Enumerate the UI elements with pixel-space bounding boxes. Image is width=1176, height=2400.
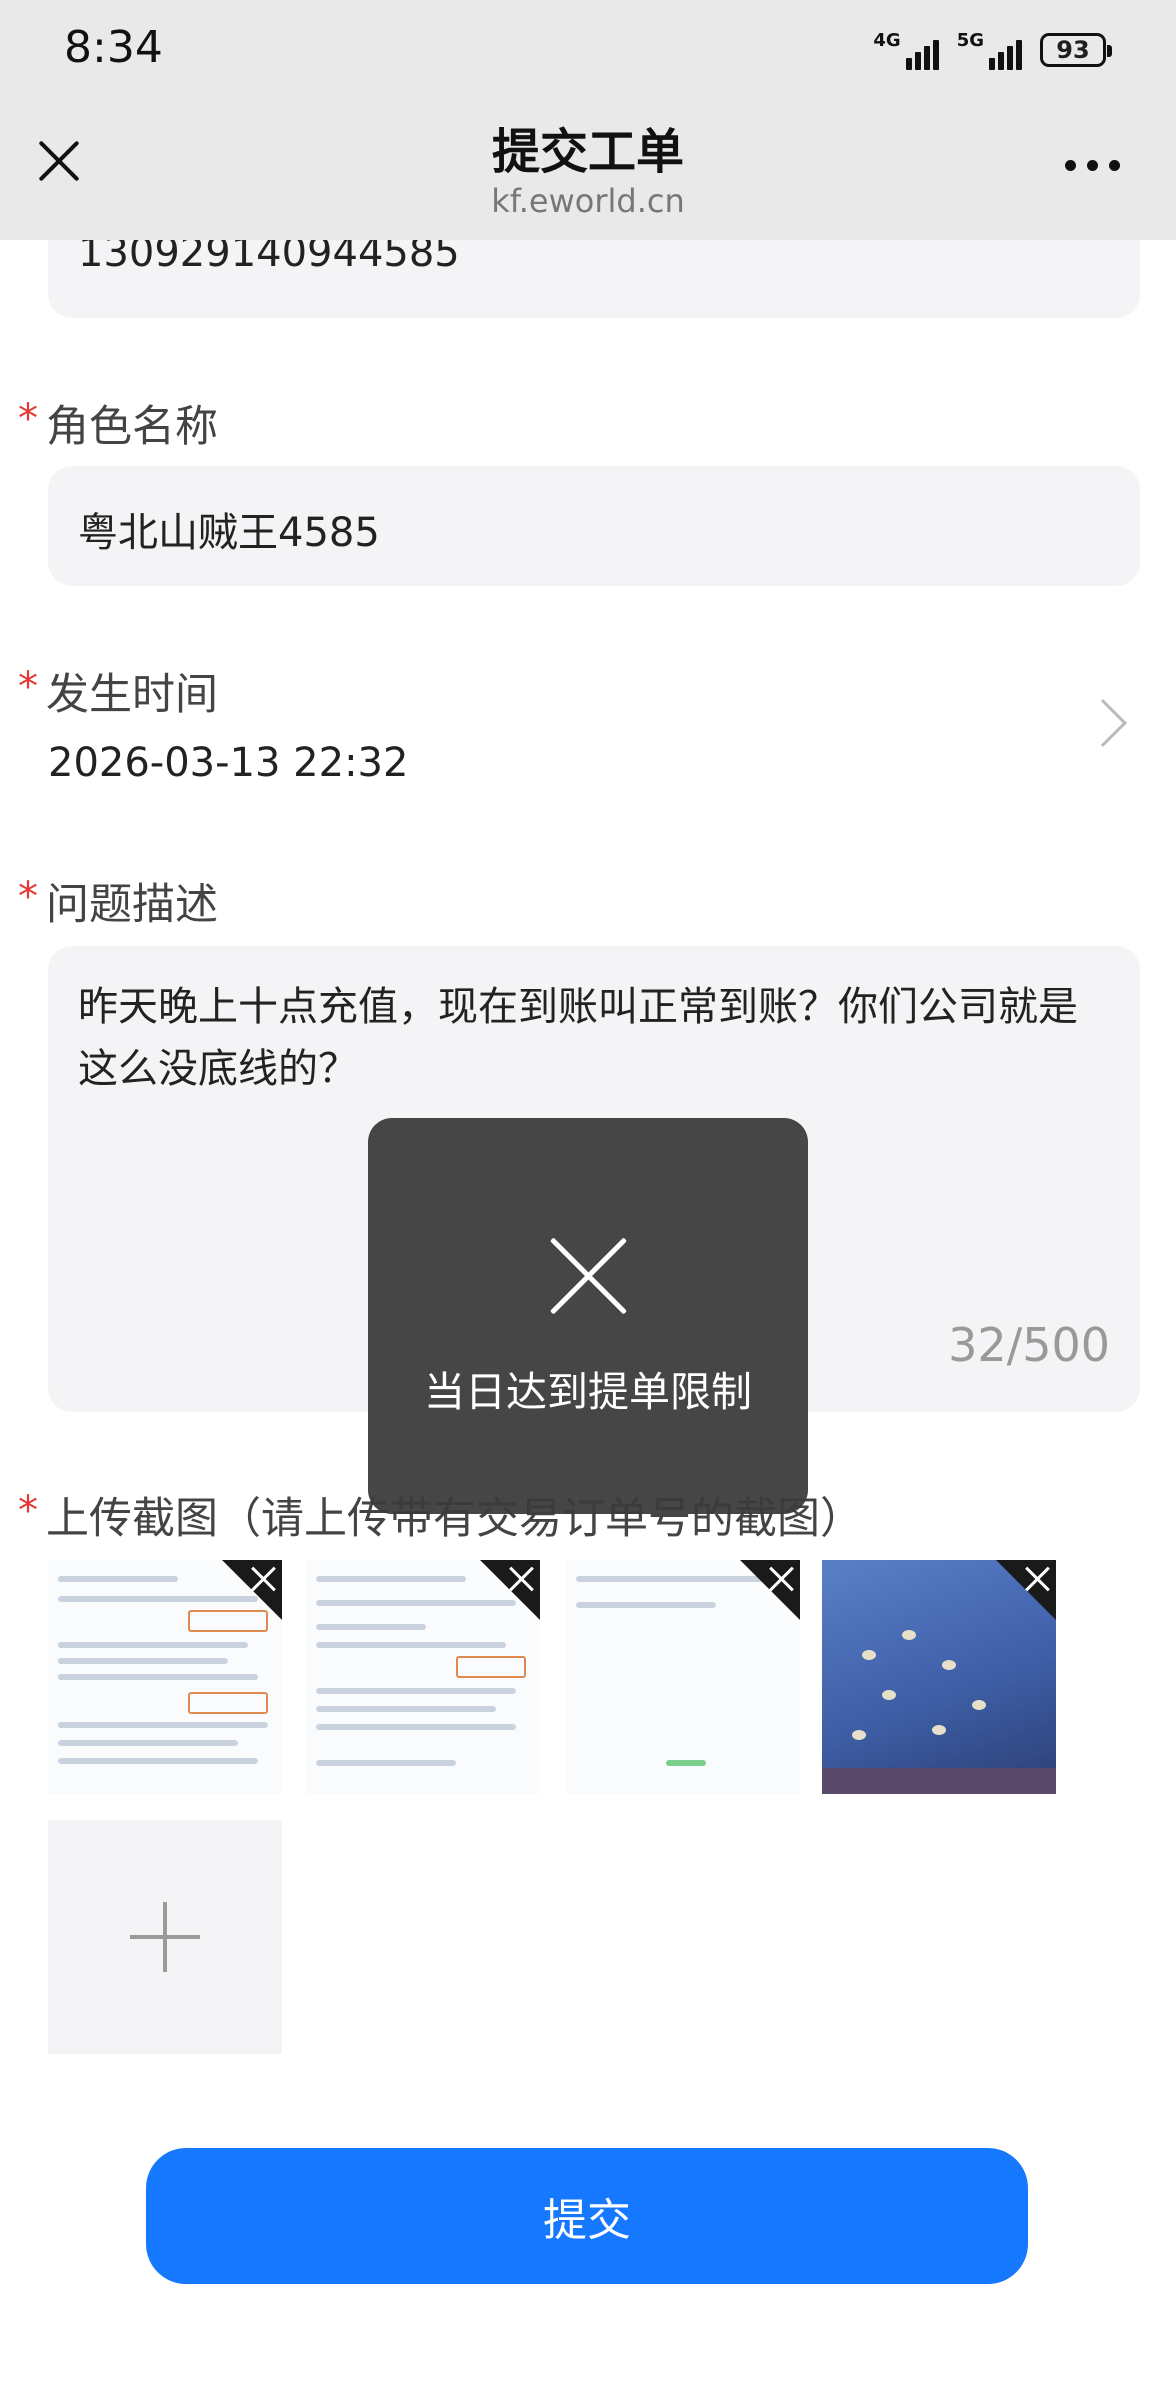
required-mark: * — [18, 1488, 38, 1534]
add-image-button[interactable] — [48, 1820, 282, 2054]
more-options-icon[interactable] — [1065, 160, 1120, 171]
remove-image-icon[interactable] — [768, 1566, 794, 1592]
battery-level: 93 — [1056, 36, 1090, 64]
chevron-right-icon[interactable] — [1078, 698, 1128, 748]
submit-button[interactable]: 提交 — [146, 2148, 1028, 2284]
screenshot-thumbnail[interactable] — [48, 1560, 282, 1794]
status-time: 8:34 — [64, 22, 163, 73]
top-bar: 8:34 4G 5G 93 提交工单 kf.eworld.cn — [0, 0, 1176, 240]
page-domain: kf.eworld.cn — [491, 182, 685, 220]
signal-5g-icon: 5G — [957, 30, 1022, 70]
screenshot-thumbnail[interactable] — [306, 1560, 540, 1794]
signal-4g-icon: 4G — [873, 30, 939, 70]
page-title: 提交工单 — [491, 124, 684, 180]
role-name-value: 粤北山贼王4585 — [78, 510, 380, 556]
screenshot-thumbnail[interactable] — [822, 1560, 1056, 1794]
required-mark: * — [18, 874, 38, 920]
required-mark: * — [18, 664, 38, 710]
remove-image-icon[interactable] — [250, 1566, 276, 1592]
character-counter: 32/500 — [948, 1318, 1110, 1372]
error-toast: 当日达到提单限制 — [368, 1118, 808, 1514]
screenshot-thumbnail[interactable] — [566, 1560, 800, 1794]
description-label: 问题描述 — [46, 880, 218, 930]
network-4g-label: 4G — [873, 30, 901, 51]
remove-image-icon[interactable] — [508, 1566, 534, 1592]
remove-image-icon[interactable] — [1024, 1566, 1050, 1592]
close-icon — [550, 1238, 626, 1314]
battery-icon: 93 — [1040, 33, 1112, 67]
role-name-field[interactable]: 粤北山贼王4585 — [48, 466, 1140, 586]
time-value[interactable]: 2026-03-13 22:32 — [48, 740, 408, 786]
status-indicators: 4G 5G 93 — [873, 26, 1112, 74]
plus-icon — [130, 1902, 200, 1972]
description-value: 昨天晚上十点充值，现在到账叫正常到账？你们公司就是这么没底线的？ — [78, 984, 1078, 1092]
role-name-label: 角色名称 — [46, 402, 218, 452]
network-5g-label: 5G — [956, 30, 984, 51]
toast-message: 当日达到提单限制 — [424, 1368, 752, 1416]
required-mark: * — [18, 396, 38, 442]
time-label: 发生时间 — [46, 670, 218, 720]
